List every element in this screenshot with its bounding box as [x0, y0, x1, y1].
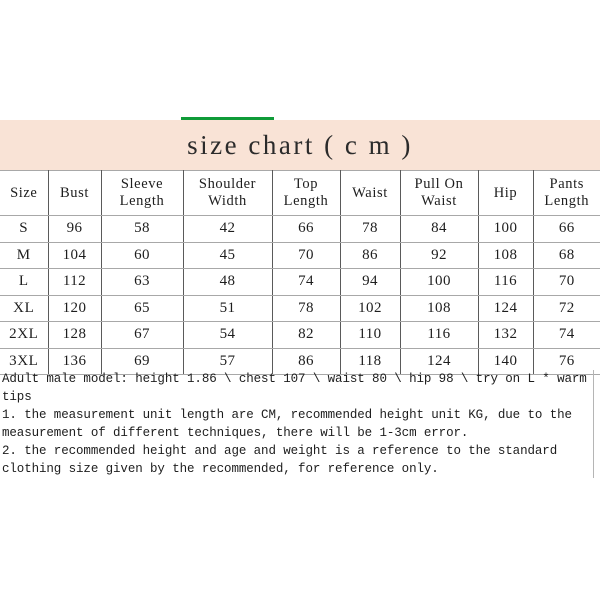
note-item-2: 2. the recommended height and age and we…	[2, 444, 558, 476]
cell-hip: 116	[477, 268, 534, 296]
cell-sleeve-length: 63	[100, 268, 184, 296]
header-line-1: Pants	[549, 176, 584, 192]
cell-pull-on-waist: 84	[399, 215, 479, 243]
cell-top-length: 66	[271, 215, 341, 243]
cell-sleeve-length: 65	[100, 294, 184, 322]
header-line-1: Top	[293, 176, 319, 192]
size-chart-table: Size Bust Sleeve Length Shoulder Width T…	[0, 170, 600, 375]
table-row: S 96 58 42 66 78 84 100 66	[0, 215, 600, 243]
notes-section: Adult male model: height 1.86 \ chest 10…	[0, 370, 594, 478]
header-line-2: Waist	[421, 193, 457, 209]
header-cell-pull-on-waist: Pull On Waist	[399, 170, 479, 216]
chart-title-band: size chart ( c m )	[0, 120, 600, 170]
header-line-2: Length	[283, 193, 329, 209]
cell-top-length: 78	[271, 294, 341, 322]
cell-shoulder-width: 42	[182, 215, 273, 243]
cell-top-length: 82	[271, 321, 341, 349]
header-line-1: Sleeve	[120, 176, 164, 192]
cell-waist: 86	[339, 241, 401, 269]
header-row: Size Bust Sleeve Length Shoulder Width T…	[0, 170, 600, 216]
cell-pants-length: 72	[532, 294, 600, 322]
header-line-1: Hip	[493, 184, 518, 201]
cell-shoulder-width: 45	[182, 241, 273, 269]
cell-bust: 112	[47, 268, 102, 296]
header-line-1: Size	[10, 184, 38, 201]
header-cell-sleeve-length: Sleeve Length	[100, 170, 184, 216]
cell-hip: 132	[477, 321, 534, 349]
cell-shoulder-width: 54	[182, 321, 273, 349]
cell-size: M	[0, 241, 49, 269]
cell-pull-on-waist: 100	[399, 268, 479, 296]
cell-shoulder-width: 51	[182, 294, 273, 322]
cell-hip: 100	[477, 215, 534, 243]
cell-shoulder-width: 48	[182, 268, 273, 296]
header-cell-top-length: Top Length	[271, 170, 341, 216]
cell-hip: 124	[477, 294, 534, 322]
cell-waist: 102	[339, 294, 401, 322]
header-line-1: Waist	[352, 184, 388, 201]
header-line-2: Width	[208, 193, 247, 209]
page-title: size chart ( c m )	[187, 129, 413, 160]
cell-pants-length: 74	[532, 321, 600, 349]
header-cell-size: Size	[0, 170, 49, 216]
cell-bust: 96	[47, 215, 102, 243]
top-whitespace	[0, 0, 600, 118]
header-line-1: Pull On	[414, 176, 464, 192]
header-line-1: Bust	[60, 184, 89, 201]
table-row: L 112 63 48 74 94 100 116 70	[0, 268, 600, 296]
header-line-1: Shoulder	[198, 176, 257, 192]
cell-size: L	[0, 268, 49, 296]
header-cell-bust: Bust	[47, 170, 102, 216]
size-chart-page: size chart ( c m ) Size Bust Sleeve Leng…	[0, 0, 600, 600]
cell-bust: 104	[47, 241, 102, 269]
note-item-1: 1. the measurement unit length are CM, r…	[2, 408, 572, 440]
cell-waist: 78	[339, 215, 401, 243]
table-row: 2XL 128 67 54 82 110 116 132 74	[0, 321, 600, 349]
cell-size: S	[0, 215, 49, 243]
cell-pull-on-waist: 108	[399, 294, 479, 322]
header-line-2: Length	[544, 193, 590, 209]
table-header: Size Bust Sleeve Length Shoulder Width T…	[0, 170, 600, 216]
table-body: S 96 58 42 66 78 84 100 66 M 104 60 45 7…	[0, 215, 600, 375]
model-note-block: Adult male model: height 1.86 \ chest 10…	[0, 370, 593, 478]
cell-waist: 94	[339, 268, 401, 296]
cell-hip: 108	[477, 241, 534, 269]
header-cell-hip: Hip	[477, 170, 534, 216]
cell-sleeve-length: 60	[100, 241, 184, 269]
cell-pull-on-waist: 92	[399, 241, 479, 269]
cell-sleeve-length: 67	[100, 321, 184, 349]
header-cell-shoulder-width: Shoulder Width	[182, 170, 273, 216]
table-row: XL 120 65 51 78 102 108 124 72	[0, 294, 600, 322]
cell-sleeve-length: 58	[100, 215, 184, 243]
table-row: M 104 60 45 70 86 92 108 68	[0, 241, 600, 269]
cell-pants-length: 66	[532, 215, 600, 243]
cell-size: 2XL	[0, 321, 49, 349]
header-cell-waist: Waist	[339, 170, 401, 216]
cell-pull-on-waist: 116	[399, 321, 479, 349]
cell-waist: 110	[339, 321, 401, 349]
cell-pants-length: 70	[532, 268, 600, 296]
model-measurements-note: Adult male model: height 1.86 \ chest 10…	[2, 372, 587, 404]
cell-bust: 128	[47, 321, 102, 349]
cell-top-length: 70	[271, 241, 341, 269]
header-line-2: Length	[119, 193, 165, 209]
cell-pants-length: 68	[532, 241, 600, 269]
header-cell-pants-length: Pants Length	[532, 170, 600, 216]
cell-size: XL	[0, 294, 49, 322]
cell-bust: 120	[47, 294, 102, 322]
cell-top-length: 74	[271, 268, 341, 296]
